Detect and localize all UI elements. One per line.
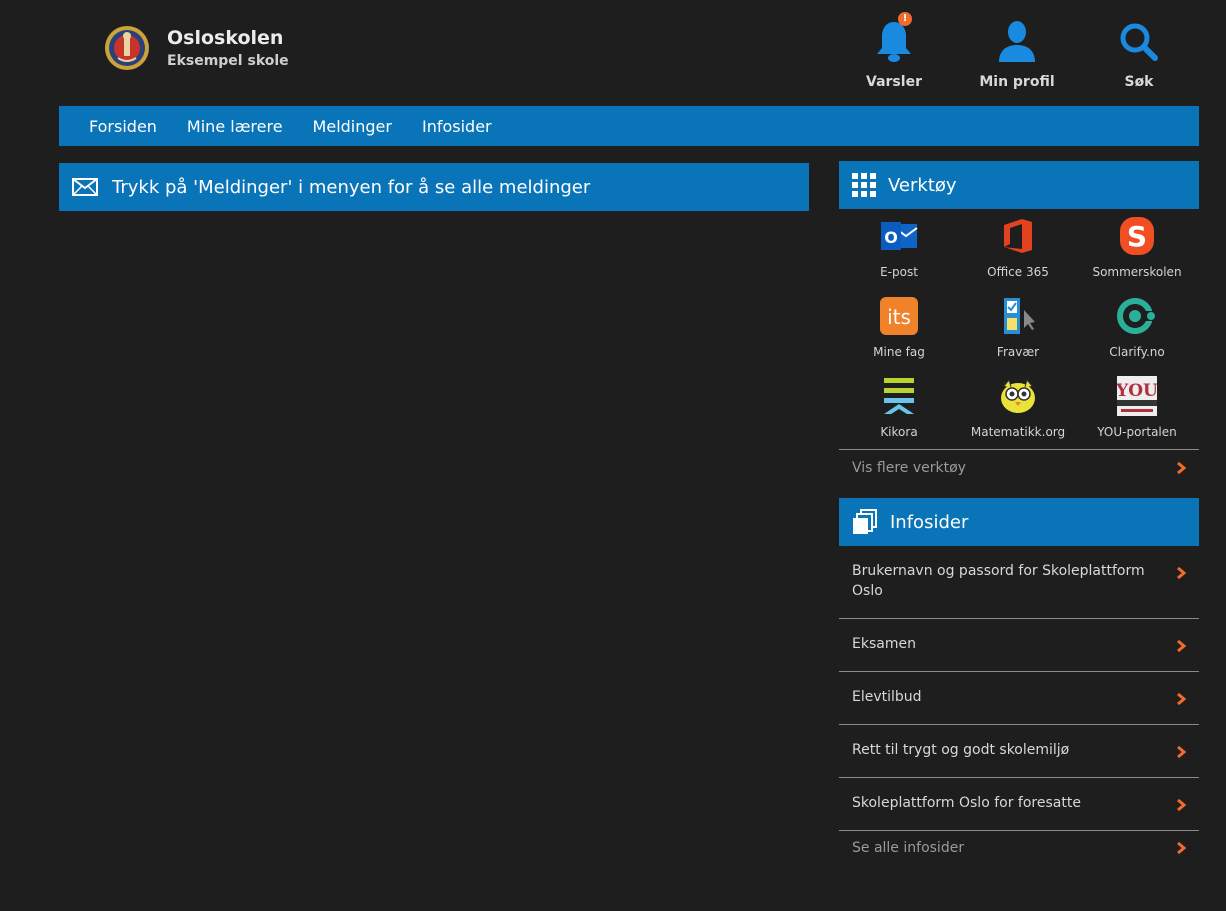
infosider-panel-header: Infosider [839, 498, 1199, 546]
chevron-right-icon [1177, 842, 1186, 854]
tool-label: YOU-portalen [1097, 425, 1177, 439]
notifications-button[interactable]: ! Varsler [839, 12, 949, 90]
school-name: Eksempel skole [167, 53, 289, 69]
messages-notice-text: Trykk på 'Meldinger' i menyen for å se a… [112, 176, 591, 198]
chevron-right-icon [1177, 746, 1186, 758]
you-icon: YOU [1117, 376, 1157, 416]
infoside-item-label: Eksamen [852, 636, 916, 652]
tools-panel-header: Verktøy [839, 161, 1199, 209]
notifications-label: Varsler [866, 74, 922, 90]
tool-clarify[interactable]: Clarify.no [1077, 289, 1197, 369]
nav-item-meldinger[interactable]: Meldinger [313, 117, 392, 136]
infoside-item[interactable]: Elevtilbud [839, 672, 1199, 725]
all-infosider-label: Se alle infosider [852, 840, 965, 856]
tools-panel-title: Verktøy [888, 174, 957, 196]
outlook-icon: O [881, 222, 918, 250]
search-label: Søk [1124, 74, 1154, 90]
infoside-item[interactable]: Rett til trygt og godt skolemiljø [839, 725, 1199, 778]
tool-label: Matematikk.org [970, 425, 1066, 439]
site-header: Osloskolen Eksempel skole ! Varsler Min … [0, 0, 1226, 106]
infoside-item-label: Rett til trygt og godt skolemiljø [852, 742, 1070, 758]
infoside-item[interactable]: Eksamen [839, 619, 1199, 672]
tool-label: Fravær [996, 345, 1040, 359]
pages-icon [853, 509, 877, 534]
grid-icon [852, 173, 876, 197]
svg-text:its: its [887, 305, 911, 329]
owl-icon [1001, 378, 1035, 413]
tool-sommerskolen[interactable]: S Sommerskolen [1077, 209, 1197, 289]
its-icon: its [880, 297, 918, 335]
more-tools-label: Vis flere verktøy [852, 459, 966, 476]
envelope-icon [72, 178, 98, 196]
kikora-icon [884, 378, 914, 414]
profile-button[interactable]: Min profil [962, 20, 1072, 90]
tool-label: Clarify.no [1109, 345, 1165, 359]
tool-kikora[interactable]: Kikora [839, 369, 959, 449]
nav-item-infosider[interactable]: Infosider [422, 117, 492, 136]
tool-label: Kikora [880, 425, 918, 439]
svg-text:S: S [1127, 220, 1147, 253]
all-infosider-link[interactable]: Se alle infosider [839, 831, 1199, 865]
tool-label: Office 365 [987, 265, 1049, 279]
tool-e-post[interactable]: O E-post [839, 209, 959, 289]
tool-label: Mine fag [873, 345, 925, 359]
main-navigation: Forsiden Mine lærere Meldinger Infosider [59, 106, 1199, 146]
office-icon [1004, 219, 1032, 253]
search-icon [1120, 23, 1158, 61]
infoside-item-label: Brukernavn og passord for Skoleplattform… [852, 563, 1145, 599]
svg-text:O: O [884, 228, 898, 247]
chevron-right-icon [1177, 640, 1186, 652]
tool-matematikk-org[interactable]: Matematikk.org [958, 369, 1078, 449]
profile-label: Min profil [979, 74, 1055, 90]
fravaer-icon [1004, 298, 1035, 334]
infoside-item-label: Skoleplattform Oslo for foresatte [852, 795, 1081, 811]
tool-label: E-post [880, 265, 918, 279]
nav-item-forsiden[interactable]: Forsiden [89, 117, 157, 136]
tool-label: Sommerskolen [1092, 265, 1182, 279]
site-title[interactable]: Osloskolen [167, 27, 283, 49]
search-button[interactable]: Søk [1084, 20, 1194, 90]
chevron-right-icon [1177, 461, 1186, 474]
messages-notice[interactable]: Trykk på 'Meldinger' i menyen for å se a… [59, 163, 809, 211]
nav-item-mine-laerere[interactable]: Mine lærere [187, 117, 283, 136]
tool-office-365[interactable]: Office 365 [958, 209, 1078, 289]
chevron-right-icon [1177, 567, 1186, 579]
user-icon [999, 21, 1035, 62]
chevron-right-icon [1177, 799, 1186, 811]
infoside-item[interactable]: Brukernavn og passord for Skoleplattform… [839, 546, 1199, 619]
tool-fravaer[interactable]: Fravær [958, 289, 1078, 369]
clarify-icon [1117, 298, 1157, 334]
more-tools-link[interactable]: Vis flere verktøy [839, 449, 1199, 485]
infoside-item-label: Elevtilbud [852, 689, 922, 705]
bell-icon [877, 22, 911, 62]
infoside-item[interactable]: Skoleplattform Oslo for foresatte [839, 778, 1199, 831]
infosider-panel-title: Infosider [890, 511, 969, 533]
tool-mine-fag[interactable]: its Mine fag [839, 289, 959, 369]
tool-you-portalen[interactable]: YOU YOU-portalen [1077, 369, 1197, 449]
chevron-right-icon [1177, 693, 1186, 705]
notification-badge: ! [898, 12, 912, 26]
oslo-coat-of-arms-logo[interactable] [104, 22, 150, 74]
sommerskolen-icon: S [1120, 217, 1154, 255]
svg-text:YOU: YOU [1117, 381, 1157, 401]
